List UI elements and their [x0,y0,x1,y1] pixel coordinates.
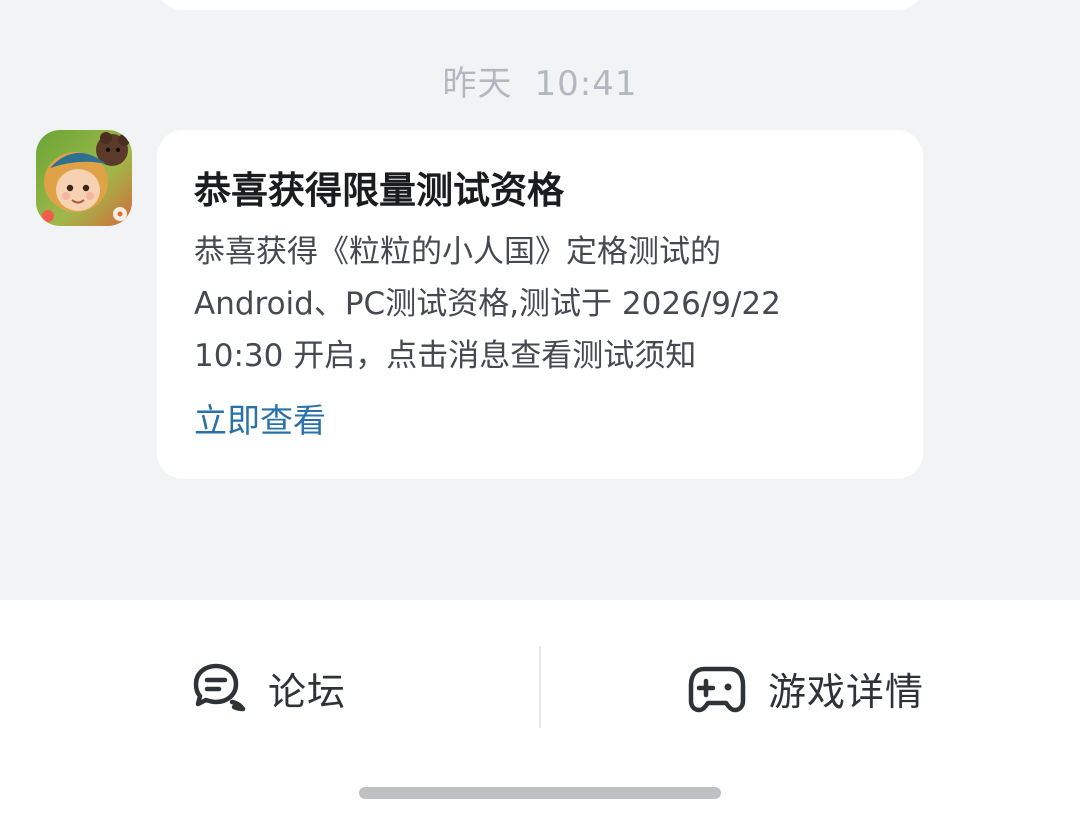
game-details-label: 游戏详情 [768,669,925,714]
bottom-action-bar: 论坛 游戏详情 [0,600,1080,822]
message-body: 恭喜获得《粒粒的小人国》定格测试的 Android、PC测试资格,测试于 202… [194,226,894,382]
message-timestamp: 昨天 10:41 [0,60,1080,108]
timestamp-time: 10:41 [534,64,638,104]
chat-bubble-icon [190,662,246,714]
gamepad-icon [688,663,746,713]
forum-label: 论坛 [268,669,347,714]
home-indicator[interactable] [359,787,721,799]
message-body-line: Android、PC测试资格,测试于 2026/9/22 [194,286,781,322]
sender-avatar[interactable] [36,130,132,226]
game-details-button[interactable]: 游戏详情 [688,650,924,726]
message-body-line: 恭喜获得《粒粒的小人国》定格测试的 [194,234,721,270]
message-body-line: 10:30 开启，点击消息查看测试须知 [194,338,697,374]
bar-divider [539,646,541,728]
message-title: 恭喜获得限量测试资格 [194,169,564,212]
forum-button[interactable]: 论坛 [190,650,346,726]
previous-message-card[interactable] [157,0,923,10]
view-now-link[interactable]: 立即查看 [194,396,326,446]
message-card[interactable]: 恭喜获得限量测试资格 恭喜获得《粒粒的小人国》定格测试的 Android、PC测… [157,130,923,479]
chat-area: 昨天 10:41 恭喜获得限量测试资格 恭喜获得《粒粒的小人国》定格测试的 An… [0,0,1080,600]
timestamp-day: 昨天 [442,64,513,104]
game-app-icon [36,130,132,226]
